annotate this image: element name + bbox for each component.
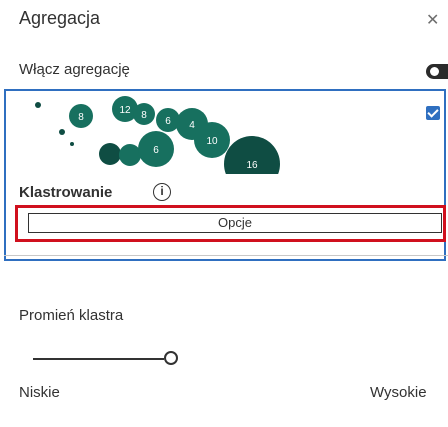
cluster-radius-slider-track[interactable] (33, 358, 164, 360)
thumbnail-cluster-label: 12 (119, 105, 131, 116)
thumbnail-cluster-label: 6 (165, 116, 171, 127)
thumbnail-point (70, 142, 74, 146)
options-button[interactable]: Opcje (28, 213, 442, 233)
thumbnail-cluster (99, 143, 121, 165)
thumbnail-point (59, 129, 65, 135)
info-icon[interactable]: i (153, 183, 171, 201)
close-icon[interactable]: ✕ (426, 10, 439, 30)
cluster-radius-label: Promień klastra (19, 307, 124, 324)
thumbnail-cluster-label: 4 (189, 120, 195, 131)
clustering-thumbnail: 8 12 6 4 10 6 8 16 (14, 94, 394, 174)
thumbnail-cluster-label: 16 (246, 160, 258, 171)
thumbnail-cluster-label: 6 (153, 145, 159, 156)
clustering-selected-checkbox[interactable] (426, 106, 440, 120)
thumbnail-cluster-label: 10 (206, 136, 218, 147)
toggle-knob (430, 67, 439, 76)
aggregation-toggle-label: Włącz agregację (19, 61, 130, 78)
slider-max-label: Wysokie (370, 384, 427, 401)
cluster-radius-slider-thumb[interactable] (164, 351, 178, 365)
thumbnail-point (35, 102, 41, 108)
aggregation-toggle[interactable] (426, 64, 448, 79)
thumbnail-cluster-label: 8 (141, 110, 147, 121)
thumbnail-cluster-label: 8 (78, 112, 84, 123)
slider-min-label: Niskie (19, 384, 60, 401)
clustering-label: Klastrowanie (19, 184, 113, 201)
thumbnail-cluster (119, 144, 141, 166)
divider (4, 255, 448, 256)
panel-title: Agregacja (19, 8, 101, 28)
